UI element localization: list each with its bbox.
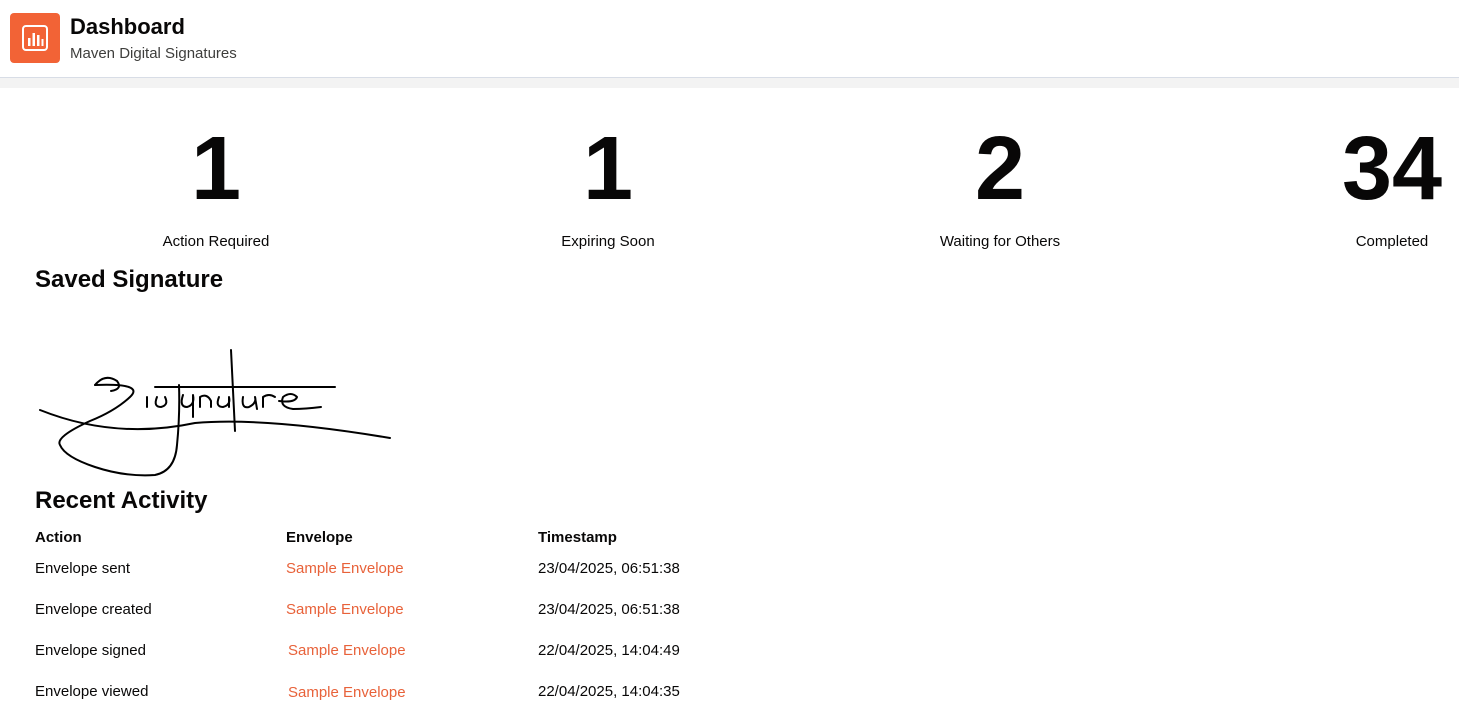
column-header-timestamp[interactable]: Timestamp: [538, 528, 617, 548]
envelope-link[interactable]: Sample Envelope: [288, 641, 406, 661]
stat-value: 1: [582, 119, 634, 219]
envelope-link[interactable]: Sample Envelope: [286, 600, 404, 620]
bar-chart-icon: [10, 13, 60, 63]
activity-action: Envelope created: [35, 601, 152, 618]
stat-value: 34: [1341, 119, 1443, 219]
activity-action: Envelope viewed: [35, 683, 149, 700]
stat-label: Action Required: [162, 233, 270, 250]
page-header: Dashboard Maven Digital Signatures: [0, 0, 1459, 78]
activity-timestamp: 22/04/2025, 14:04:35: [538, 683, 680, 700]
stat-action-required[interactable]: 1 Action Required: [66, 124, 366, 252]
activity-timestamp: 23/04/2025, 06:51:38: [538, 560, 680, 577]
page-subtitle: Maven Digital Signatures: [70, 45, 237, 62]
stat-label: Waiting for Others: [939, 233, 1061, 250]
recent-activity-title: Recent Activity: [35, 487, 208, 514]
stat-completed[interactable]: 34 Completed: [1242, 124, 1459, 252]
page-background-band: [0, 78, 1459, 88]
stat-label: Completed: [1355, 233, 1429, 250]
envelope-link[interactable]: Sample Envelope: [288, 683, 406, 703]
activity-timestamp: 22/04/2025, 14:04:49: [538, 642, 680, 659]
saved-signature-title: Saved Signature: [35, 266, 224, 293]
saved-signature-image: [39, 349, 391, 477]
stat-waiting-for-others[interactable]: 2 Waiting for Others: [850, 124, 1150, 252]
activity-action: Envelope signed: [35, 642, 146, 659]
page-title: Dashboard: [70, 14, 185, 39]
activity-timestamp: 23/04/2025, 06:51:38: [538, 601, 680, 618]
stat-value: 1: [190, 119, 242, 219]
activity-action: Envelope sent: [35, 560, 131, 577]
envelope-link[interactable]: Sample Envelope: [286, 559, 404, 579]
column-header-action[interactable]: Action: [35, 528, 82, 548]
stat-label: Expiring Soon: [561, 233, 655, 250]
stat-expiring-soon[interactable]: 1 Expiring Soon: [458, 124, 758, 252]
column-header-envelope[interactable]: Envelope: [286, 528, 353, 548]
stat-value: 2: [974, 119, 1026, 219]
